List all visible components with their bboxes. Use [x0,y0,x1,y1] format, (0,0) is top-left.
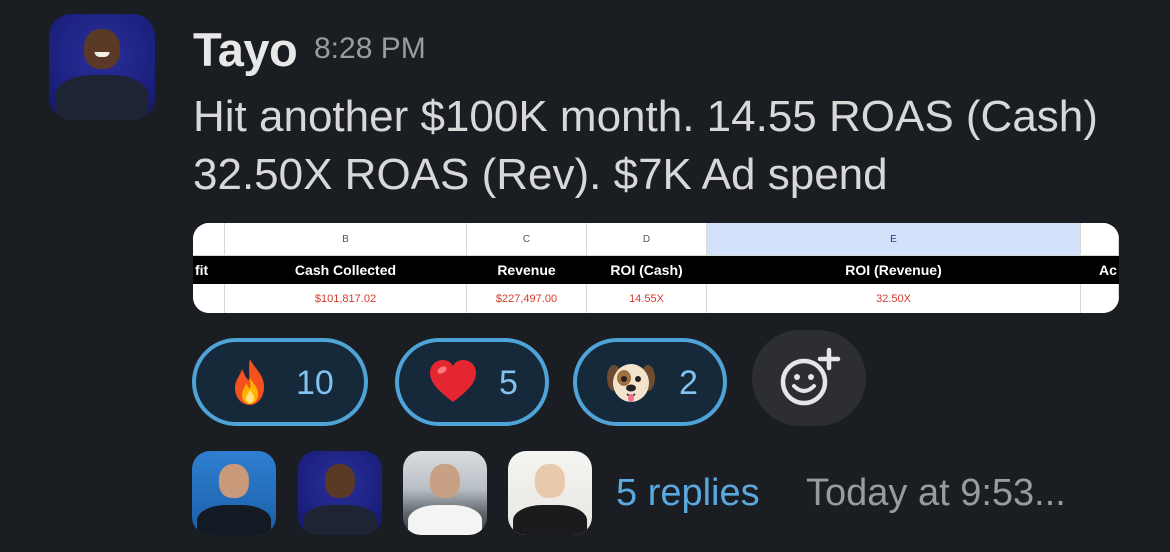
avatar-person-body [303,504,377,535]
sheet-header-cell: Cash Collected [225,256,467,284]
avatar-person-body [55,75,149,120]
reaction-dog-button[interactable]: 2 [573,338,727,426]
sheet-column-letters: B C D E [193,223,1119,256]
thread-participant-avatar[interactable] [192,451,276,535]
sheet-header-cell: fit [193,256,225,284]
sheet-column-letter [1081,223,1119,255]
thread-participant-avatar[interactable] [298,451,382,535]
sheet-column-letter: D [587,223,707,255]
reaction-count: 5 [499,364,518,402]
sheet-header-cell: Ac [1081,256,1119,284]
sheet-header-cell: ROI (Cash) [587,256,707,284]
sheet-value-cell: 14.55X [587,284,707,313]
sheet-value-cell: 32.50X [707,284,1081,313]
avatar-person-head [324,464,356,499]
reaction-heart-button[interactable]: 5 [395,338,549,426]
dog-face-icon [607,364,655,402]
message-timestamp[interactable]: 8:28 PM [314,32,426,66]
author-name[interactable]: Tayo [193,22,298,77]
avatar-person-head [83,28,121,70]
avatar-person-head [429,464,461,499]
add-emoji-icon [780,347,841,406]
reaction-count: 10 [296,364,334,402]
sheet-column-letter-selected: E [707,223,1081,255]
thread-participant-avatar[interactable] [403,451,487,535]
sheet-value-cell: $101,817.02 [225,284,467,313]
reaction-fire-button[interactable]: 10 [192,338,368,426]
add-reaction-button[interactable] [752,330,866,426]
spreadsheet-image-attachment[interactable]: B C D E fit Cash Collected Revenue ROI (… [193,223,1119,313]
thread-replies-link[interactable]: 5 replies [616,472,760,515]
message-text: Hit another $100K month. 14.55 ROAS (Cas… [193,92,1098,199]
avatar-person-body [408,504,482,535]
sheet-column-letter: B [225,223,467,255]
avatar-person-head [218,464,250,499]
sheet-header-cell: Revenue [467,256,587,284]
thread-participant-avatar[interactable] [508,451,592,535]
sheet-header-cell: ROI (Revenue) [707,256,1081,284]
reaction-count: 2 [679,364,698,402]
sheet-column-letter: C [467,223,587,255]
sheet-header-row: fit Cash Collected Revenue ROI (Cash) RO… [193,256,1119,284]
sheet-value-cell [193,284,225,313]
thread-last-reply-time: Today at 9:53... [806,472,1066,514]
sheet-value-cell [1081,284,1119,313]
sheet-column-letter [193,223,225,255]
author-avatar[interactable] [49,14,155,120]
sheet-value-cell: $227,497.00 [467,284,587,313]
heart-icon [430,360,476,402]
avatar-person-head [534,464,566,499]
fire-icon [235,359,264,405]
avatar-person-body [513,504,587,535]
sheet-value-row: $101,817.02 $227,497.00 14.55X 32.50X [193,284,1119,313]
avatar-person-body [197,504,271,535]
